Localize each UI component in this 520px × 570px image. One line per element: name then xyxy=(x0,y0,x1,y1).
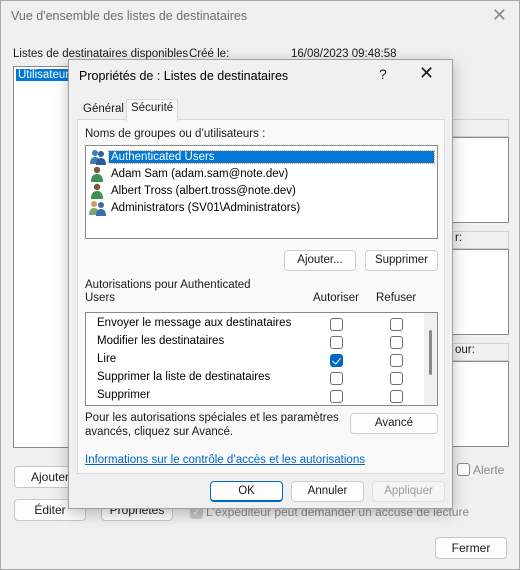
properties-dialog: Propriétés de : Listes de destinataires … xyxy=(68,59,453,509)
deny-column-header: Refuser xyxy=(376,292,417,304)
window-title: Vue d'ensemble des listes de destinatair… xyxy=(11,9,248,23)
allow-checkbox[interactable] xyxy=(330,372,343,385)
deny-checkbox[interactable] xyxy=(390,372,403,385)
permission-row: Supprimer la liste de destinataires xyxy=(86,369,426,387)
add-user-button[interactable]: Ajouter... xyxy=(284,250,356,271)
deny-checkbox[interactable] xyxy=(390,390,403,403)
permission-row: Modifier les destinataires xyxy=(86,333,426,351)
group-box-2[interactable] xyxy=(453,249,509,335)
user-name: Authenticated Users xyxy=(108,149,435,164)
permissions-scrollbar[interactable] xyxy=(424,313,437,405)
advanced-button[interactable]: Avancé xyxy=(350,413,438,434)
close-button[interactable]: Fermer xyxy=(435,537,507,559)
allow-checkbox[interactable] xyxy=(330,354,343,367)
user-name: Administrators (SV01\Administrators) xyxy=(111,201,301,214)
close-icon[interactable]: ✕ xyxy=(492,5,507,25)
cancel-button[interactable]: Annuler xyxy=(291,481,364,502)
list-item[interactable]: Administrators (SV01\Administrators) xyxy=(89,199,434,216)
allow-checkbox[interactable] xyxy=(330,390,343,403)
allow-checkbox[interactable] xyxy=(330,336,343,349)
scrollbar-thumb[interactable] xyxy=(429,330,432,375)
list-item[interactable]: Albert Tross (albert.tross@note.dev) xyxy=(89,182,434,199)
remove-user-button[interactable]: Supprimer xyxy=(365,250,438,271)
list-item[interactable]: Authenticated Users xyxy=(89,148,435,165)
user-name: Albert Tross (albert.tross@note.dev) xyxy=(111,184,296,197)
group-icon xyxy=(89,149,107,165)
dialog-title: Propriétés de : Listes de destinataires xyxy=(79,69,289,83)
user-name: Adam Sam (adam.sam@note.dev) xyxy=(111,167,289,180)
allow-column-header: Autoriser xyxy=(313,292,360,304)
permission-row: Supprimer xyxy=(86,387,426,405)
alert-checkbox[interactable] xyxy=(457,463,470,476)
permissions-label-line1: Autorisations pour Authenticated xyxy=(85,279,251,291)
group-header-2: r: xyxy=(453,231,509,249)
dialog-titlebar: Propriétés de : Listes de destinataires … xyxy=(69,60,452,92)
apply-button[interactable]: Appliquer xyxy=(372,481,445,502)
user-icon xyxy=(89,183,107,199)
permission-name: Supprimer la liste de destinataires xyxy=(97,371,271,383)
permission-name: Lire xyxy=(97,353,117,365)
permission-name: Supprimer xyxy=(97,389,151,401)
permission-name: Modifier les destinataires xyxy=(97,335,225,347)
group-box-3[interactable] xyxy=(453,361,509,447)
ok-button[interactable]: OK xyxy=(210,481,283,502)
groups-label: Noms de groupes ou d’utilisateurs : xyxy=(85,128,266,140)
permission-row: Lire xyxy=(86,351,426,369)
recipient-lists-list[interactable]: Utilisateurs xyxy=(13,66,77,448)
permission-row: Envoyer le message aux destinataires xyxy=(86,315,426,333)
deny-checkbox[interactable] xyxy=(390,354,403,367)
help-icon[interactable]: ? xyxy=(379,66,387,82)
admin-group-icon xyxy=(89,200,107,216)
deny-checkbox[interactable] xyxy=(390,318,403,331)
deny-checkbox[interactable] xyxy=(390,336,403,349)
allow-checkbox[interactable] xyxy=(330,318,343,331)
tab-general[interactable]: Général xyxy=(79,101,128,120)
group-box-1[interactable] xyxy=(453,137,509,223)
advanced-text-line2: avancés, cliquez sur Avancé. xyxy=(85,426,234,438)
permission-name: Envoyer le message aux destinataires xyxy=(97,317,292,329)
access-control-info-link[interactable]: Informations sur le contrôle d’accès et … xyxy=(85,454,365,466)
group-header-1 xyxy=(453,119,509,137)
alert-label: Alerte xyxy=(473,463,505,477)
advanced-text-line1: Pour les autorisations spéciales et les … xyxy=(85,412,339,424)
user-icon xyxy=(89,166,107,182)
permissions-list[interactable]: Envoyer le message aux destinataires Mod… xyxy=(85,312,438,406)
permissions-label-line2: Users xyxy=(85,292,116,304)
group-header-3: our: xyxy=(453,343,509,361)
close-icon[interactable]: ✕ xyxy=(419,63,434,84)
security-tab-panel: Noms de groupes ou d’utilisateurs : Auth… xyxy=(77,119,445,474)
list-item[interactable]: Adam Sam (adam.sam@note.dev) xyxy=(89,165,434,182)
tab-security[interactable]: Sécurité xyxy=(126,99,179,121)
users-list[interactable]: Authenticated Users Adam Sam (adam.sam@n… xyxy=(85,145,438,239)
